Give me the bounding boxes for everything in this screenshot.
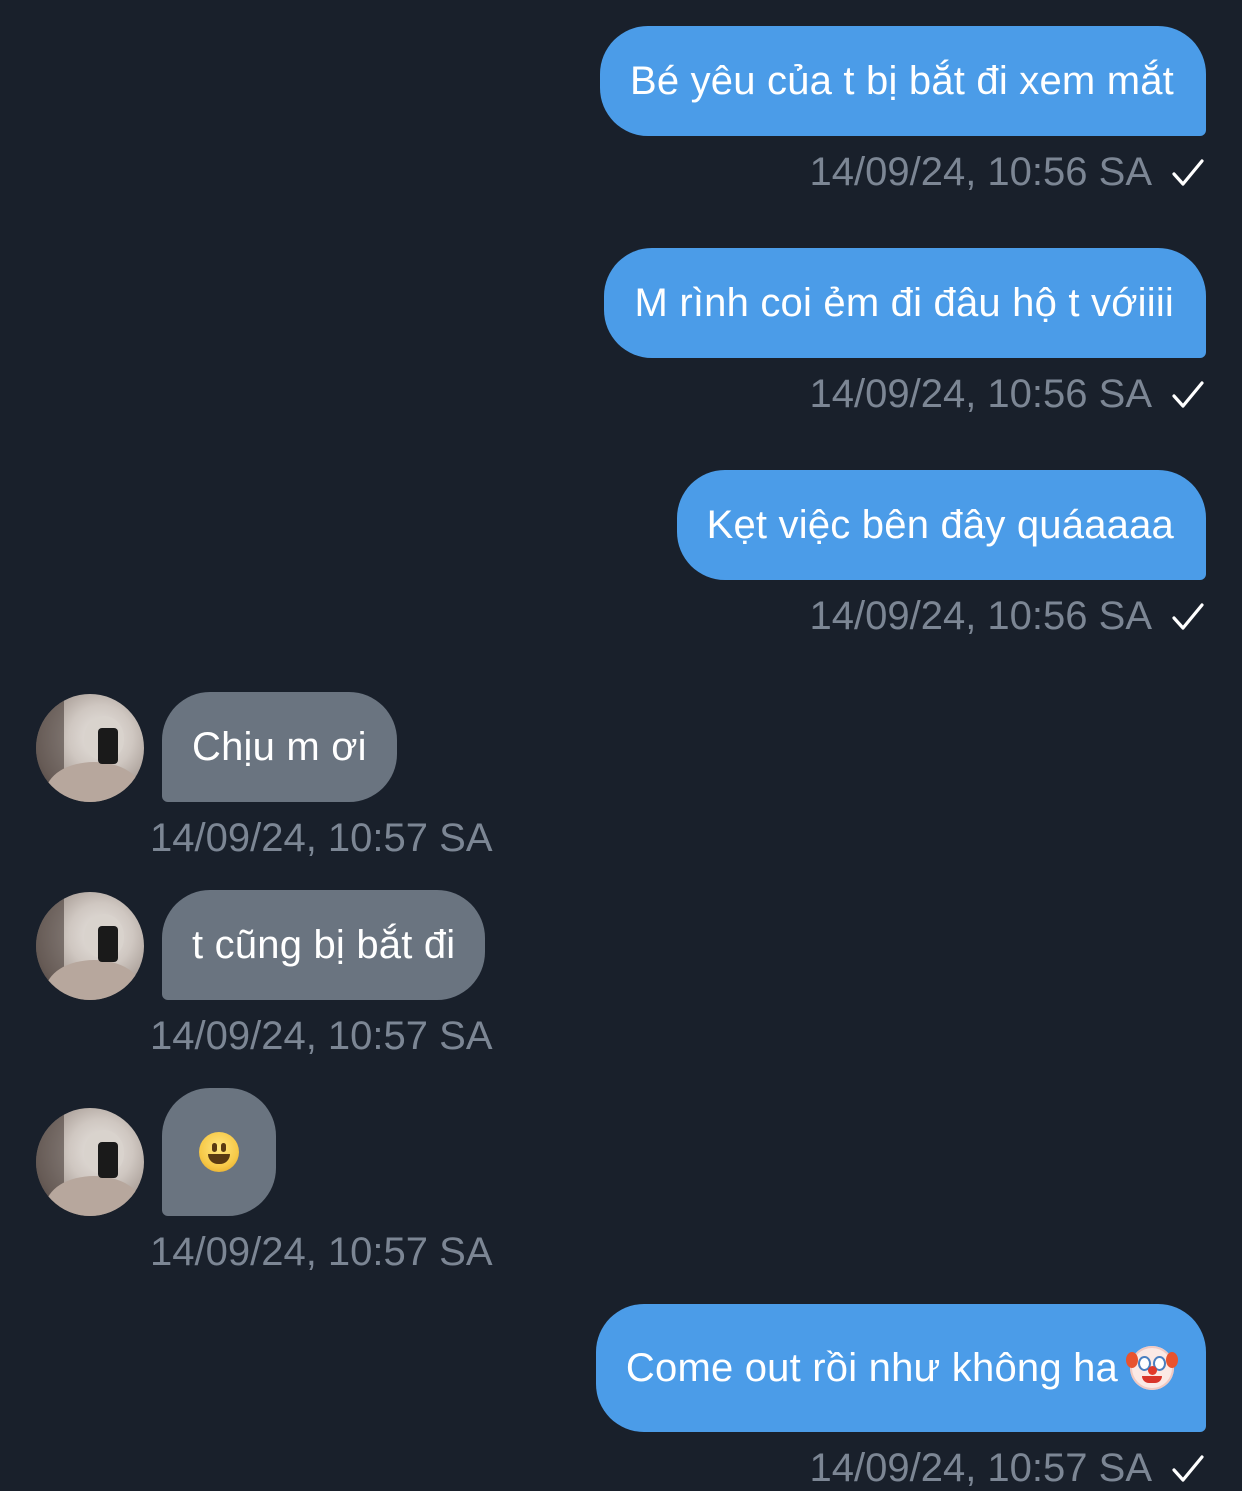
message-meta: 14/09/24, 10:57 SA xyxy=(150,1230,493,1275)
message-meta: 14/09/24, 10:57 SA xyxy=(150,1014,493,1059)
chat-message-list: Bé yêu của t bị bắt đi xem mắt 14/09/24,… xyxy=(0,0,1242,1490)
message-text: M rình coi ẻm đi đâu hộ t vớiiii xyxy=(634,280,1174,325)
outgoing-message-bubble[interactable]: Bé yêu của t bị bắt đi xem mắt xyxy=(599,26,1206,136)
message-timestamp: 14/09/24, 10:56 SA xyxy=(809,150,1153,194)
smiling-face-emoji xyxy=(199,1132,239,1172)
message-timestamp: 14/09/24, 10:56 SA xyxy=(809,594,1153,638)
message-timestamp: 14/09/24, 10:57 SA xyxy=(150,1014,493,1058)
message-text: t cũng bị bắt đi xyxy=(192,922,456,967)
incoming-message-bubble[interactable] xyxy=(162,1088,276,1216)
avatar-photo-phone xyxy=(98,728,118,764)
message-text: Chịu m ơi xyxy=(192,724,367,769)
outgoing-message-bubble[interactable]: Kẹt việc bên đây quáaaaa xyxy=(676,470,1206,580)
message-text: Kẹt việc bên đây quáaaaa xyxy=(706,502,1174,547)
message-text: Come out rồi như không ha xyxy=(625,1345,1118,1390)
message-timestamp: 14/09/24, 10:57 SA xyxy=(150,1230,493,1274)
avatar[interactable] xyxy=(36,892,144,1000)
incoming-message-bubble[interactable]: Chịu m ơi xyxy=(162,692,397,802)
avatar-photo-phone xyxy=(98,926,118,962)
message-meta: 14/09/24, 10:56 SA xyxy=(810,150,1207,195)
message-timestamp: 14/09/24, 10:57 SA xyxy=(809,1446,1153,1490)
message-meta: 14/09/24, 10:56 SA xyxy=(810,372,1207,417)
message-meta: 14/09/24, 10:56 SA xyxy=(810,594,1207,639)
message-meta: 14/09/24, 10:57 SA xyxy=(810,1446,1207,1491)
check-icon xyxy=(1172,380,1204,408)
check-icon xyxy=(1172,602,1204,630)
message-meta: 14/09/24, 10:57 SA xyxy=(150,816,493,861)
outgoing-message-bubble[interactable]: M rình coi ẻm đi đâu hộ t vớiiii xyxy=(604,248,1206,358)
message-text: Bé yêu của t bị bắt đi xem mắt xyxy=(629,58,1174,103)
clown-face-emoji xyxy=(1126,1346,1178,1390)
avatar-photo-phone xyxy=(98,1142,118,1178)
incoming-message-bubble[interactable]: t cũng bị bắt đi xyxy=(162,890,486,1000)
check-icon xyxy=(1172,158,1204,186)
check-icon xyxy=(1172,1454,1204,1482)
avatar[interactable] xyxy=(36,694,144,802)
outgoing-message-bubble[interactable]: Come out rồi như không ha xyxy=(595,1304,1206,1432)
message-timestamp: 14/09/24, 10:56 SA xyxy=(809,372,1153,416)
avatar[interactable] xyxy=(36,1108,144,1216)
message-timestamp: 14/09/24, 10:57 SA xyxy=(150,816,493,860)
